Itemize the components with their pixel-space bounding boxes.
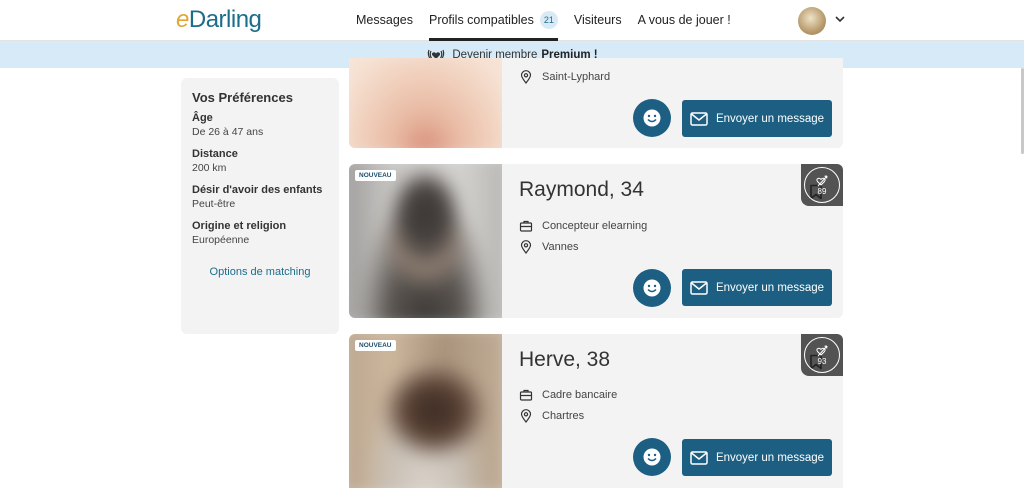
nav-visiteurs[interactable]: Visiteurs [574, 0, 622, 40]
pref-age-value: De 26 à 47 ans [192, 126, 264, 138]
nav-profils-compatibles[interactable]: Profils compatibles 21 [428, 0, 558, 41]
location-pin-icon [520, 70, 532, 84]
logo-text: Darling [188, 6, 262, 33]
preferences-title: Vos Préférences [192, 90, 293, 105]
send-message-label: Envoyer un message [715, 112, 825, 125]
compatibility-score[interactable]: 93 [801, 334, 843, 376]
send-message-button[interactable]: Envoyer un message [682, 269, 832, 306]
job-text: Cadre bancaire [542, 389, 618, 401]
nav-a-vous-de-jouer[interactable]: A vous de jouer ! [638, 0, 731, 40]
location-row: Vannes [519, 240, 579, 254]
profile-name[interactable]: Herve, 38 [519, 348, 610, 372]
envelope-icon [690, 280, 708, 295]
send-message-label: Envoyer un message [715, 281, 825, 294]
compatibility-value: 89 [817, 186, 827, 196]
main-nav: Messages Profils compatibles 21 Visiteur… [356, 0, 747, 41]
profils-count-badge: 21 [539, 11, 558, 29]
smile-button[interactable] [633, 99, 671, 137]
briefcase-icon [519, 389, 533, 401]
profile-card[interactable]: NOUVEAU 89 Raymond, 34 Concepteur elearn… [349, 164, 843, 318]
pref-children-value: Peut-être [192, 198, 236, 210]
smile-button[interactable] [633, 438, 671, 476]
profile-photo[interactable] [349, 334, 502, 488]
smiley-icon [643, 279, 661, 297]
new-profile-badge: NOUVEAU [355, 340, 396, 351]
location-row: Chartres [519, 409, 584, 423]
logo-prefix: e [176, 6, 189, 33]
location-pin-icon [520, 409, 532, 423]
heart-arrow-icon [816, 175, 828, 186]
send-message-button[interactable]: Envoyer un message [682, 439, 832, 476]
edarling-logo[interactable]: eDarling [176, 6, 262, 34]
smiley-icon [643, 448, 661, 466]
preferences-panel: Vos Préférences Âge De 26 à 47 ans Dista… [181, 78, 339, 334]
pref-age-label: Âge [192, 112, 213, 124]
briefcase-icon [519, 220, 533, 232]
matching-options-link[interactable]: Options de matching [192, 266, 328, 278]
compatibility-value: 93 [817, 356, 827, 366]
nav-a-vous-label: A vous de jouer ! [637, 13, 731, 27]
job-text: Concepteur elearning [542, 220, 648, 232]
envelope-icon [690, 450, 708, 465]
send-message-button[interactable]: Envoyer un message [682, 100, 832, 137]
pref-origin-value: Européenne [192, 234, 250, 246]
pref-distance-label: Distance [192, 148, 238, 160]
send-message-label: Envoyer un message [715, 451, 825, 464]
location-text: Chartres [542, 410, 585, 422]
top-header: eDarling Messages Profils compatibles 21… [0, 0, 1024, 41]
pref-origin-label: Origine et religion [192, 220, 287, 232]
location-text: Vannes [542, 241, 579, 253]
nav-messages[interactable]: Messages [356, 0, 413, 40]
profile-name[interactable]: Raymond, 34 [519, 178, 644, 202]
profile-card[interactable]: NOUVEAU 93 Herve, 38 Cadre bancaire Char… [349, 334, 843, 488]
user-avatar[interactable] [798, 7, 826, 35]
profile-photo[interactable] [349, 164, 502, 318]
location-text: Saint-Lyphard [542, 71, 611, 83]
compatibility-ring: 89 [804, 167, 840, 203]
envelope-icon [690, 111, 708, 126]
compatibility-score[interactable]: 89 [801, 164, 843, 206]
smiley-icon [643, 109, 661, 127]
profile-card[interactable]: Saint-Lyphard Envoyer un message [349, 58, 843, 148]
pref-children-label: Désir d'avoir des enfants [192, 184, 323, 196]
smile-button[interactable] [633, 269, 671, 307]
location-row: Saint-Lyphard [519, 70, 610, 84]
nav-profils-label: Profils compatibles [428, 13, 534, 27]
job-row: Cadre bancaire [519, 388, 617, 402]
job-row: Concepteur elearning [519, 219, 647, 233]
compatibility-ring: 93 [804, 337, 840, 373]
profile-photo[interactable] [349, 58, 502, 148]
chevron-down-icon[interactable] [834, 13, 846, 25]
heart-arrow-icon [816, 345, 828, 356]
new-profile-badge: NOUVEAU [355, 170, 396, 181]
nav-visiteurs-label: Visiteurs [573, 13, 622, 27]
nav-messages-label: Messages [356, 13, 413, 27]
location-pin-icon [520, 240, 532, 254]
pref-distance-value: 200 km [192, 162, 227, 174]
